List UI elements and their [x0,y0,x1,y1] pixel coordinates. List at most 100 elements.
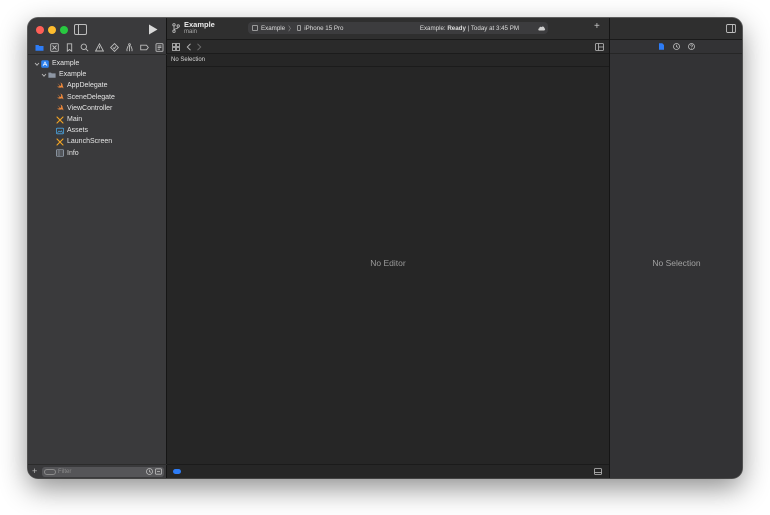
cloud-status-icon[interactable] [537,24,546,31]
minimize-window-button[interactable] [48,26,56,34]
inspector-toolbar [610,18,742,40]
navigator-filter-bar: + Filter [28,464,167,478]
inspector-toggle-icon[interactable] [726,24,736,33]
navigator-tab-debug[interactable] [122,40,137,55]
file-tree-row[interactable]: ViewController [28,103,167,114]
editor-area: Example main Example 〉 iPhone 15 Pro Exa… [167,18,609,478]
file-tree-label: SceneDelegate [67,93,115,101]
source-control-icon [50,42,59,52]
storyboard-icon [56,138,64,146]
swift-icon [56,93,64,101]
status-prefix: Example: [419,24,448,32]
device-icon [297,25,302,31]
plist-icon [56,149,64,157]
editor-empty-message: No Editor [370,258,406,268]
file-tree-row[interactable]: LaunchScreen [28,136,167,147]
filter-placeholder: Filter [58,468,72,475]
branch-icon[interactable] [172,23,180,33]
file-tree-row[interactable]: Assets [28,125,167,136]
breadcrumb[interactable]: No Selection [167,54,609,67]
filter-field[interactable]: Filter [42,466,164,477]
navigator-tab-bookmark[interactable] [62,40,77,55]
sidebar-toggle-icon[interactable] [74,24,87,35]
destination-selector[interactable]: iPhone 15 Pro [304,25,343,32]
file-tree-label: Example [59,71,87,79]
swift-icon [56,82,64,90]
related-items-icon[interactable] [172,43,180,51]
file-tree-label: Assets [67,127,89,135]
scheme-icon [252,25,258,31]
chevron-down-icon[interactable] [41,72,47,78]
inspector-tabs [610,40,742,54]
file-tree-row[interactable]: Example [28,58,167,69]
file-tree-label: AppDelegate [67,82,108,90]
breakpoint-icon [140,43,149,52]
activity-view: Example 〉 iPhone 15 Pro Example: Ready |… [248,22,548,34]
folder-icon [35,43,44,52]
file-tree-label: Main [67,116,83,124]
inspector-empty-message: No Selection [652,258,701,268]
swift-icon [56,104,64,112]
project-title[interactable]: Example [184,20,215,29]
file-tree-label: Example [52,60,80,68]
zoom-window-button[interactable] [60,26,68,34]
file-inspector-icon[interactable] [658,43,665,50]
run-button[interactable] [148,24,158,35]
xcode-window: Example Example AppDelegate SceneDelegate Vi… [28,18,742,478]
library-plus-button[interactable]: + [594,21,600,32]
file-tree-row[interactable]: SceneDelegate [28,92,167,103]
debug-area-toggle-icon[interactable] [594,468,602,475]
navigator-tab-folder[interactable] [32,40,47,55]
status-state: Ready [447,24,466,32]
inspector-panel: No Selection [609,18,742,478]
add-file-button[interactable]: + [32,467,39,476]
project-icon [41,59,49,68]
file-tree-label: ViewController [67,104,113,112]
close-window-button[interactable] [36,26,44,34]
navigator-tab-report[interactable] [152,40,167,55]
editor-jump-bar [167,40,609,54]
branch-name: main [184,29,198,35]
folder-icon [48,71,56,79]
chevron-left-icon[interactable] [186,43,192,51]
debug-bar [167,464,609,478]
navigator-tab-search[interactable] [77,40,92,55]
navigator-tab-test[interactable] [107,40,122,55]
navigator-tab-warning[interactable] [92,40,107,55]
debug-icon [125,42,134,52]
file-tree-row[interactable]: AppDelegate [28,80,167,91]
recent-files-icon[interactable] [146,468,153,475]
filter-scope-icon [44,468,56,475]
navigator-tabs [28,40,167,55]
file-tree-row[interactable]: Main [28,114,167,125]
source-control-filter-icon[interactable] [155,468,162,475]
navigator-tab-source-control[interactable] [47,40,62,55]
status-suffix: | Today at 3:45 PM [465,24,519,32]
editor-options-icon[interactable] [595,43,604,51]
scheme-separator: 〉 [288,25,295,33]
file-tree-row[interactable]: Info [28,148,167,159]
build-status: Example: Ready | Today at 3:45 PM [420,25,519,32]
test-icon [110,42,119,52]
file-tree: Example Example AppDelegate SceneDelegate Vi… [28,58,167,159]
chevron-down-icon[interactable] [34,61,40,67]
project-navigator: Example Example AppDelegate SceneDelegate Vi… [28,18,167,478]
chevron-right-icon[interactable] [196,43,202,51]
history-inspector-icon[interactable] [673,43,680,50]
search-icon [80,43,89,52]
storyboard-icon [56,115,64,124]
report-icon [155,42,164,52]
bookmark-icon [65,42,74,52]
help-inspector-icon[interactable] [688,43,695,50]
window-controls [36,26,68,34]
file-tree-row[interactable]: Example [28,69,167,80]
navigator-tab-breakpoint[interactable] [137,40,152,55]
breakpoints-toggle[interactable] [173,469,181,474]
scheme-selector[interactable]: Example [261,25,285,32]
